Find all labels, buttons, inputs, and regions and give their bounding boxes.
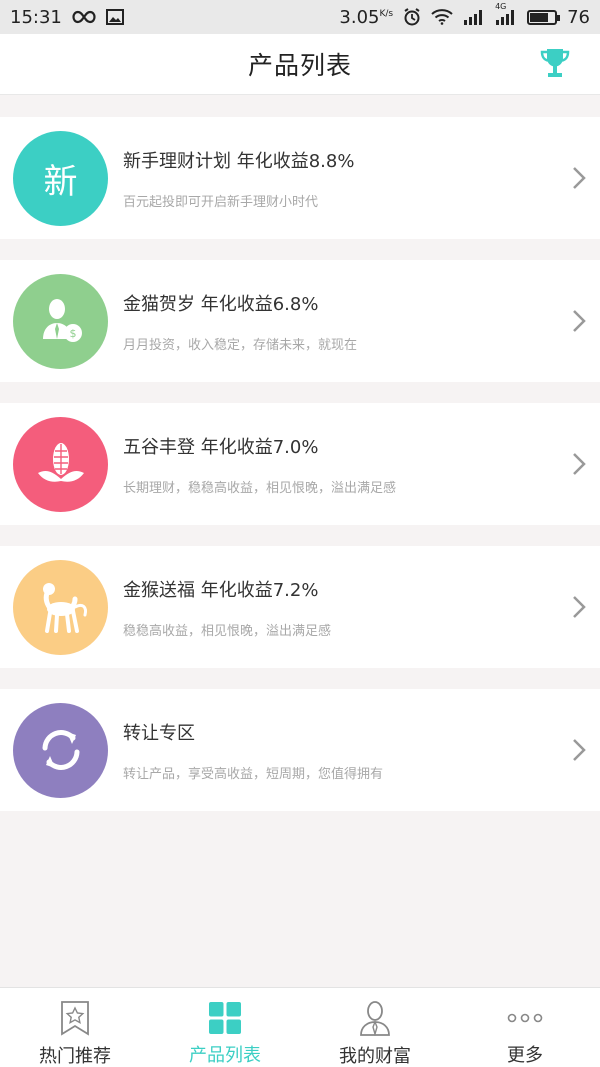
chevron-right-icon <box>573 167 586 189</box>
page-title: 产品列表 <box>247 51 352 80</box>
product-card-transfer[interactable]: 转让专区 转让产品，享受高收益，短周期，您值得拥有 <box>0 689 600 811</box>
signal-4g-icon: 4G <box>495 2 517 25</box>
product-list: 新 新手理财计划 年化收益8.8% 百元起投即可开启新手理财小时代 $ 金猫贺岁… <box>0 117 600 832</box>
more-icon <box>507 1000 543 1035</box>
product-description: 月月投资，收入稳定，存储未来，就现在 <box>123 337 358 353</box>
product-description: 百元起投即可开启新手理财小时代 <box>123 194 319 210</box>
product-title: 五谷丰登 年化收益7.0% <box>123 436 319 458</box>
network-speed: 3.05K/s <box>339 6 394 28</box>
signal-icon <box>463 9 485 25</box>
product-description: 稳稳高收益，相见恨晚，溢出满足感 <box>123 623 332 639</box>
product-card-golden-monkey[interactable]: 金猴送福 年化收益7.2% 稳稳高收益，相见恨晚，溢出满足感 <box>0 546 600 668</box>
chevron-right-icon <box>573 310 586 332</box>
user-icon <box>357 1000 393 1036</box>
page-header: 产品列表 <box>0 34 600 95</box>
battery-percent: 76 <box>567 6 590 28</box>
product-description: 长期理财，稳稳高收益，相见恨晚，溢出满足感 <box>123 480 397 496</box>
product-description: 转让产品，享受高收益，短周期，您值得拥有 <box>123 766 384 782</box>
corn-icon <box>37 443 84 482</box>
new-icon: 新 <box>43 161 78 202</box>
investor-icon: $ <box>42 299 82 342</box>
wifi-icon <box>431 9 453 25</box>
chevron-right-icon <box>573 453 586 475</box>
grid-icon <box>207 1000 243 1035</box>
chevron-right-icon <box>573 739 586 761</box>
infinity-icon <box>72 10 96 24</box>
product-title: 金猴送福 年化收益7.2% <box>123 579 319 601</box>
tab-label: 产品列表 <box>189 1045 261 1066</box>
product-title: 金猫贺岁 年化收益6.8% <box>123 293 319 315</box>
product-avatar: 新 <box>13 130 108 226</box>
tab-label: 更多 <box>507 1045 543 1066</box>
tab-product-list[interactable]: 产品列表 <box>150 988 300 1067</box>
chevron-right-icon <box>573 596 586 618</box>
product-card-newbie[interactable]: 新 新手理财计划 年化收益8.8% 百元起投即可开启新手理财小时代 <box>0 117 600 239</box>
alarm-icon <box>403 8 421 26</box>
tab-label: 我的财富 <box>339 1046 411 1067</box>
product-card-harvest[interactable]: 五谷丰登 年化收益7.0% 长期理财，稳稳高收益，相见恨晚，溢出满足感 <box>0 403 600 525</box>
battery-icon <box>527 9 561 25</box>
product-card-golden-cat[interactable]: $ 金猫贺岁 年化收益6.8% 月月投资，收入稳定，存储未来，就现在 <box>0 260 600 382</box>
svg-text:$: $ <box>69 327 76 340</box>
status-bar: 15:31 3.05K/s 4G 76 <box>0 0 600 34</box>
product-avatar <box>13 702 108 798</box>
tab-label: 热门推荐 <box>39 1046 111 1067</box>
tab-hot-recommend[interactable]: 热门推荐 <box>0 988 150 1067</box>
transfer-icon <box>42 730 79 770</box>
image-icon <box>105 9 124 25</box>
status-time: 15:31 <box>10 6 62 28</box>
bottom-tab-bar: 热门推荐 产品列表 我的财富 更多 <box>0 987 600 1067</box>
trophy-icon[interactable] <box>540 46 570 82</box>
product-title: 转让专区 <box>123 722 195 744</box>
tab-my-wealth[interactable]: 我的财富 <box>300 988 450 1067</box>
product-avatar <box>13 559 108 655</box>
tab-more[interactable]: 更多 <box>450 988 600 1067</box>
bookmark-star-icon <box>57 1000 93 1036</box>
monkey-icon <box>42 583 87 633</box>
product-avatar: $ <box>13 273 108 369</box>
product-title: 新手理财计划 年化收益8.8% <box>123 150 355 172</box>
product-avatar <box>13 416 108 512</box>
